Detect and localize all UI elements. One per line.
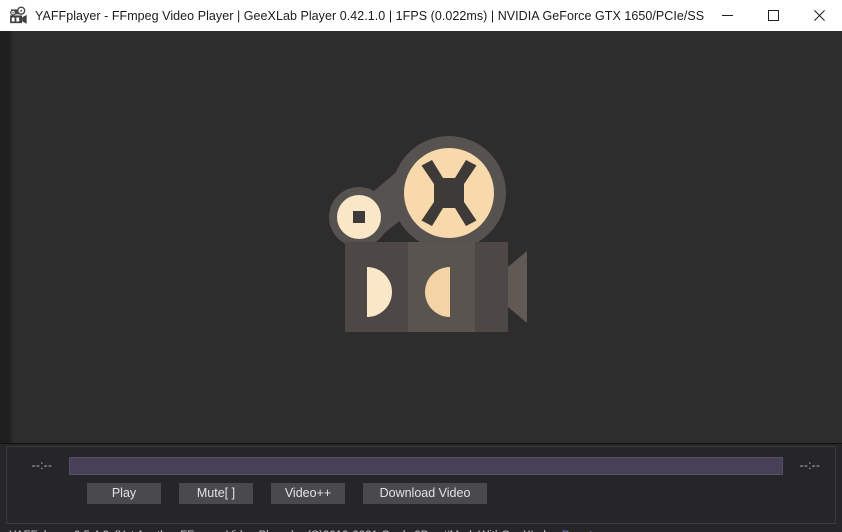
transport-buttons: Play Mute[ ] Video++ Download Video — [7, 481, 837, 505]
movie-camera-logo-svg — [329, 136, 527, 332]
control-panel-inner: --:-- --:-- Play Mute[ ] Video++ Downloa… — [6, 446, 836, 524]
current-time-label: --:-- — [31, 460, 53, 472]
close-icon — [813, 10, 825, 21]
download-video-button[interactable]: Download Video — [363, 482, 487, 504]
close-button[interactable] — [796, 0, 842, 31]
window-controls — [704, 0, 842, 31]
movie-camera-icon — [10, 5, 27, 24]
title-bar: YAFFplayer - FFmpeg Video Player | GeeXL… — [0, 0, 842, 31]
maximize-icon — [767, 10, 779, 21]
play-button[interactable]: Play — [87, 482, 161, 504]
mute-button[interactable]: Mute[ ] — [179, 482, 253, 504]
minimize-icon — [721, 15, 733, 16]
seek-row: --:-- --:-- — [7, 453, 837, 479]
window-title: YAFFplayer - FFmpeg Video Player | GeeXL… — [35, 8, 704, 23]
control-panel: --:-- --:-- Play Mute[ ] Video++ Downloa… — [0, 443, 842, 532]
status-bar: YAFFplayer 0.5.4.2 (Yet Another FFmpeg V… — [0, 524, 842, 532]
seek-slider[interactable] — [69, 457, 783, 475]
maximize-button[interactable] — [750, 0, 796, 31]
video-canvas[interactable] — [0, 31, 842, 443]
movie-camera-logo — [322, 134, 527, 334]
minimize-button[interactable] — [704, 0, 750, 31]
yaffplayer-window: YAFFplayer - FFmpeg Video Player | GeeXL… — [0, 0, 842, 532]
total-time-label: --:-- — [799, 460, 821, 472]
video-plus-button[interactable]: Video++ — [271, 482, 345, 504]
